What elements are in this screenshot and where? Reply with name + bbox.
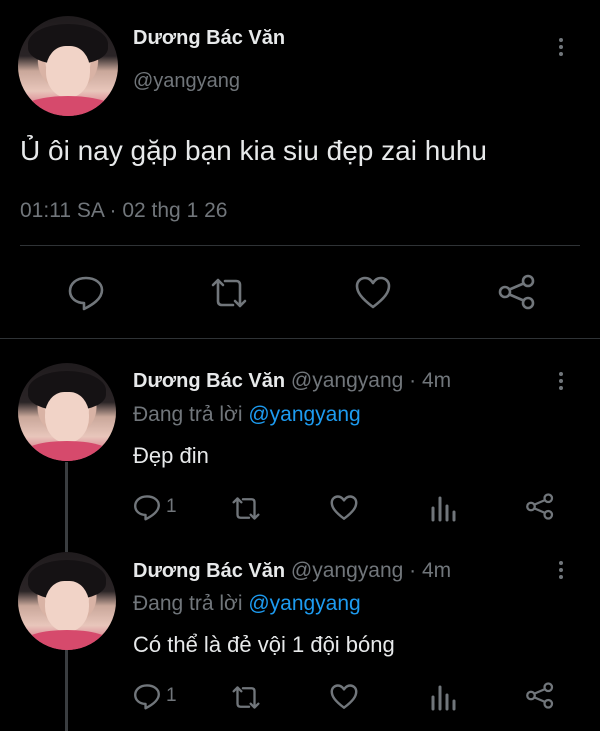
- timestamp[interactable]: 01:11 SA · 02 thg 1 26: [20, 199, 227, 223]
- replying-label: Đang trả lời: [133, 403, 249, 426]
- author-name[interactable]: Dương Bác Văn: [133, 370, 285, 392]
- reply-header: Dương Bác Văn @yangyang · 4m: [133, 559, 451, 583]
- share-icon[interactable]: [525, 493, 555, 520]
- retweet-icon[interactable]: [229, 685, 263, 710]
- avatar[interactable]: [18, 363, 116, 461]
- like-icon[interactable]: [355, 276, 391, 310]
- divider: [20, 245, 580, 246]
- replying-to: Đang trả lời @yangyang: [133, 592, 361, 616]
- avatar[interactable]: [18, 552, 116, 650]
- reply-count: 1: [166, 496, 177, 517]
- replying-label: Đang trả lời: [133, 592, 249, 615]
- author-name[interactable]: Dương Bác Văn: [133, 27, 285, 50]
- retweet-icon[interactable]: [229, 496, 263, 521]
- handle-time[interactable]: @yangyang · 4m: [291, 369, 451, 392]
- more-icon[interactable]: [558, 372, 564, 393]
- handle-time[interactable]: @yangyang · 4m: [291, 559, 451, 582]
- more-icon[interactable]: [558, 561, 564, 582]
- like-icon[interactable]: [330, 495, 358, 521]
- share-icon[interactable]: [525, 682, 555, 709]
- more-icon[interactable]: [558, 38, 564, 59]
- analytics-icon[interactable]: [430, 494, 456, 522]
- thread-line: [65, 650, 68, 731]
- reply-header: Dương Bác Văn @yangyang · 4m: [133, 369, 451, 393]
- like-icon[interactable]: [330, 684, 358, 710]
- divider: [0, 338, 600, 339]
- reply-count: 1: [166, 685, 177, 706]
- replying-handle-link[interactable]: @yangyang: [248, 403, 360, 426]
- thread-line: [65, 462, 68, 552]
- reply-icon[interactable]: [67, 275, 105, 311]
- author-name[interactable]: Dương Bác Văn: [133, 560, 285, 582]
- replying-to: Đang trả lời @yangyang: [133, 403, 361, 427]
- author-handle[interactable]: @yangyang: [133, 70, 240, 93]
- share-icon[interactable]: [497, 274, 537, 310]
- tweet-text: Ủ ôi nay gặp bạn kia siu đẹp zai huhu: [20, 135, 487, 166]
- reply-text: Có thể là đẻ vội 1 đội bóng: [133, 632, 395, 657]
- replying-handle-link[interactable]: @yangyang: [248, 592, 360, 615]
- avatar[interactable]: [18, 16, 118, 116]
- reply-icon[interactable]: [133, 494, 161, 521]
- reply-text: Đẹp đin: [133, 443, 209, 468]
- reply-icon[interactable]: [133, 683, 161, 710]
- retweet-icon[interactable]: [207, 277, 251, 309]
- analytics-icon[interactable]: [430, 683, 456, 711]
